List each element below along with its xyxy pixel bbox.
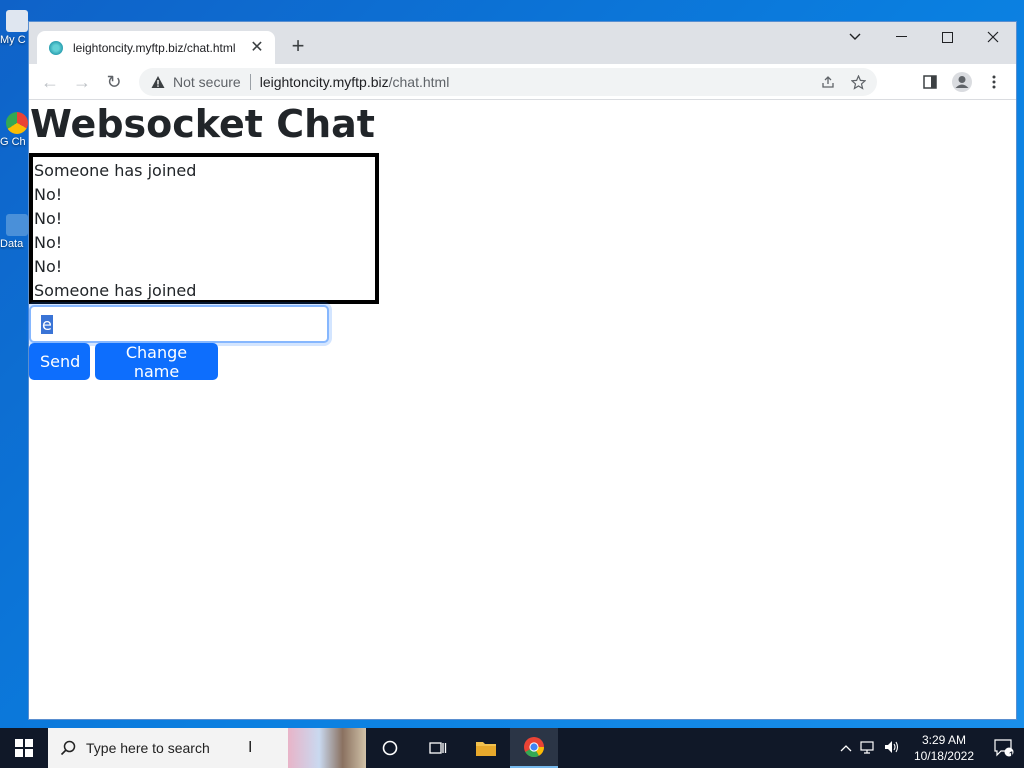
side-panel-icon[interactable] xyxy=(916,68,944,96)
chat-message: No! xyxy=(34,233,63,252)
browser-menu-icon[interactable] xyxy=(980,68,1008,96)
url-path: /chat.html xyxy=(388,74,450,90)
new-tab-button[interactable]: + xyxy=(285,34,311,60)
chrome-icon xyxy=(524,737,545,758)
desktop-icon-chrome[interactable]: G Ch xyxy=(0,112,30,148)
text-cursor-icon: Ι xyxy=(248,739,253,756)
browser-titlebar: leightoncity.myftp.biz/chat.html ✕ + xyxy=(29,22,1016,64)
omnibox-actions xyxy=(817,72,869,92)
taskbar-search-box[interactable]: Type here to search Ι xyxy=(48,728,288,768)
start-button[interactable] xyxy=(0,728,48,768)
message-input-value: e xyxy=(41,314,53,334)
desktop-icon-label: My C xyxy=(0,34,26,46)
chat-message: Someone has joined xyxy=(34,281,197,300)
chat-message: Someone has joined xyxy=(34,161,197,180)
page-content: Websocket Chat Someone has joined No! No… xyxy=(29,100,1016,719)
cortana-button[interactable] xyxy=(366,728,414,768)
tab-close-icon[interactable]: ✕ xyxy=(247,38,267,58)
chrome-taskbar-button[interactable] xyxy=(510,728,558,768)
tab-search-icon[interactable] xyxy=(832,22,878,52)
system-tray: 3:29 AM 10/18/2022 1 xyxy=(836,728,1024,768)
tab-title: leightoncity.myftp.biz/chat.html xyxy=(73,40,236,55)
url-host: leightoncity.myftp.biz xyxy=(259,74,389,90)
security-label[interactable]: Not secure xyxy=(173,74,241,90)
show-hidden-icons-chevron-icon[interactable] xyxy=(836,741,856,755)
address-separator xyxy=(249,74,251,90)
tab-chat[interactable]: leightoncity.myftp.biz/chat.html ✕ xyxy=(37,31,275,64)
clock[interactable]: 3:29 AM 10/18/2022 xyxy=(904,732,984,764)
chrome-icon xyxy=(6,112,28,134)
profile-avatar-icon[interactable] xyxy=(948,68,976,96)
forward-button[interactable]: → xyxy=(68,68,96,96)
message-input[interactable]: e xyxy=(29,305,329,343)
desktop-icon-my-computer[interactable]: My C xyxy=(0,10,30,46)
search-icon xyxy=(60,740,76,756)
search-placeholder: Type here to search xyxy=(86,740,210,756)
file-explorer-button[interactable] xyxy=(462,728,510,768)
clock-date: 10/18/2022 xyxy=(913,749,974,763)
maximize-button[interactable] xyxy=(924,22,970,52)
page-title: Websocket Chat xyxy=(30,102,375,146)
change-name-button[interactable]: Change name xyxy=(95,343,218,381)
taskbar: Type here to search Ι 3:29 AM 10/18/2022 xyxy=(0,728,1024,768)
database-icon xyxy=(6,214,28,236)
minimize-button[interactable] xyxy=(878,22,924,52)
notification-count: 1 xyxy=(1008,750,1014,760)
chat-message: No! xyxy=(34,257,63,276)
back-button[interactable]: ← xyxy=(36,68,64,96)
share-icon[interactable] xyxy=(817,72,839,92)
desktop-icon-data[interactable]: Data xyxy=(0,214,30,250)
folder-icon xyxy=(476,742,496,756)
warning-icon[interactable] xyxy=(151,75,165,89)
reload-button[interactable]: ↻ xyxy=(100,68,128,96)
task-view-button[interactable] xyxy=(414,728,462,768)
volume-icon[interactable] xyxy=(880,740,904,757)
chat-messages-box: Someone has joined No! No! No! No! Someo… xyxy=(29,153,379,304)
desktop-icon-label: Data xyxy=(0,238,24,250)
notification-center-button[interactable]: 1 xyxy=(984,728,1024,768)
close-window-button[interactable] xyxy=(970,22,1016,52)
site-favicon-icon xyxy=(49,40,63,55)
browser-toolbar: ← → ↻ Not secure leightoncity.myftp.biz /… xyxy=(29,64,1016,100)
desktop-icon-label: G Ch xyxy=(0,136,26,148)
browser-window: leightoncity.myftp.biz/chat.html ✕ + ← →… xyxy=(28,21,1017,720)
send-button[interactable]: Send xyxy=(29,343,90,380)
search-highlight-image[interactable] xyxy=(288,728,366,768)
clock-time: 3:29 AM xyxy=(921,733,966,747)
chat-message: No! xyxy=(34,185,63,204)
bookmark-star-icon[interactable] xyxy=(847,72,869,92)
chat-message: No! xyxy=(34,209,63,228)
address-bar[interactable]: Not secure leightoncity.myftp.biz/chat.h… xyxy=(139,68,877,96)
windows-logo-icon xyxy=(15,739,33,757)
computer-icon xyxy=(6,10,28,32)
network-icon[interactable] xyxy=(856,740,880,757)
